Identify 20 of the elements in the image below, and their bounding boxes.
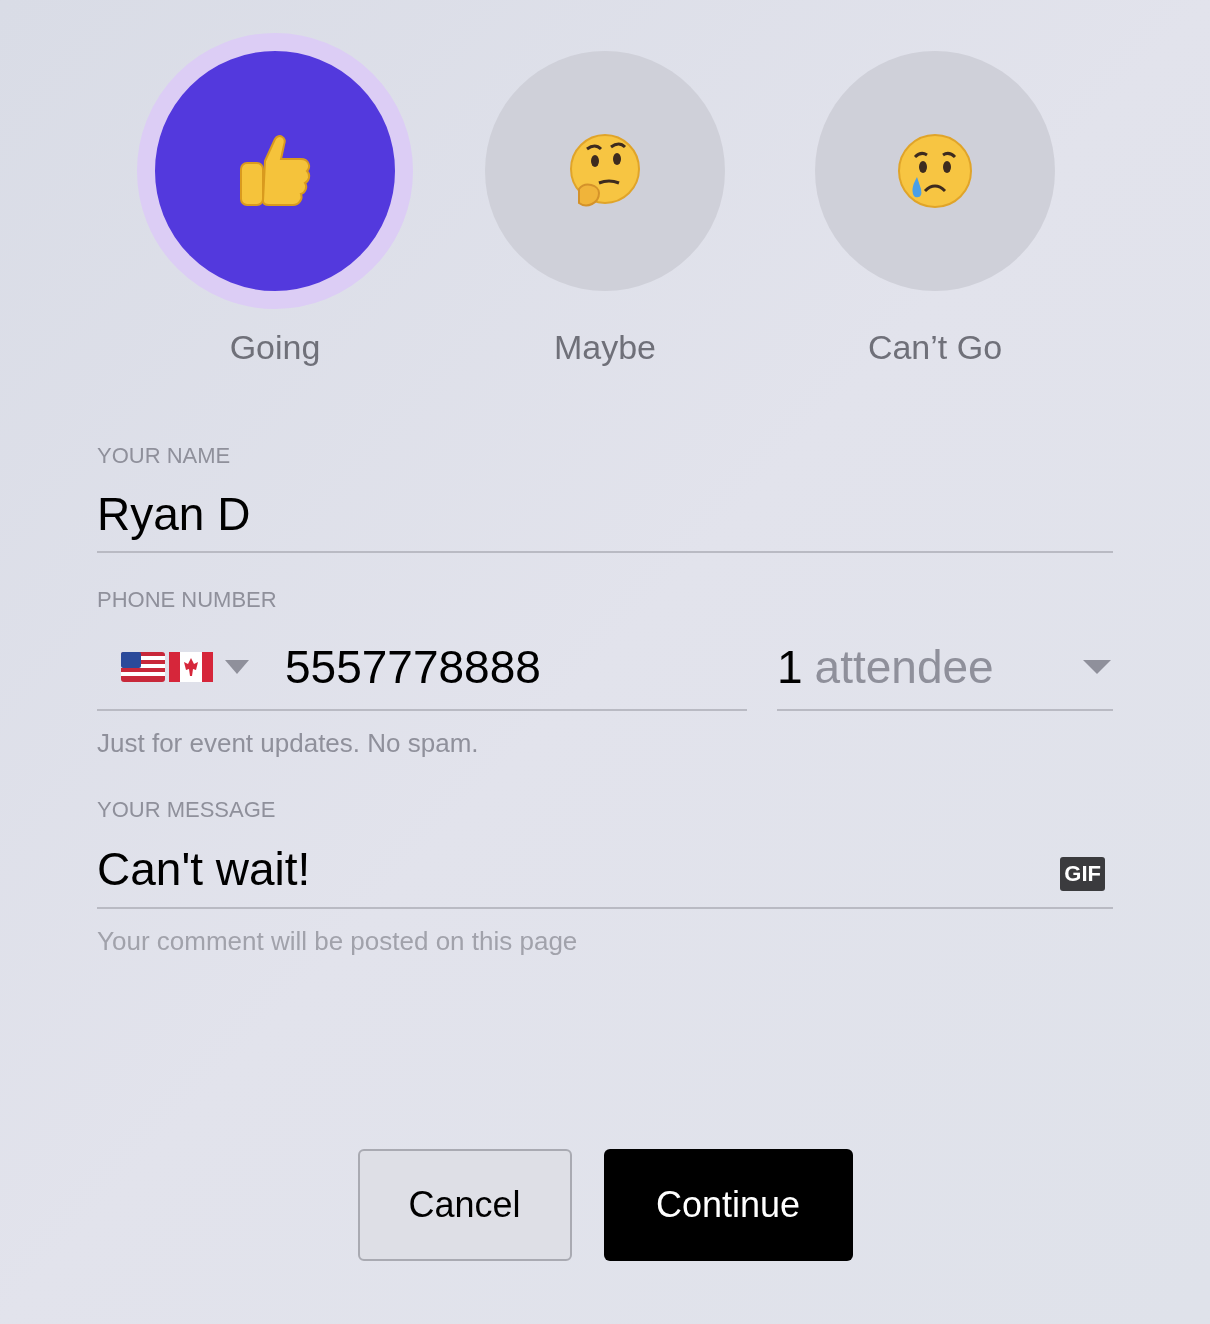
caret-icon: [225, 660, 249, 674]
continue-button[interactable]: Continue: [603, 1149, 853, 1261]
crying-face-icon: [895, 131, 975, 211]
cancel-button[interactable]: Cancel: [357, 1149, 572, 1261]
phone-hint: Just for event updates. No spam.: [97, 727, 480, 759]
phone-input[interactable]: 5557778888: [285, 632, 747, 702]
rsvp-option-label: Maybe: [553, 327, 657, 367]
country-picker[interactable]: [121, 651, 249, 683]
rsvp-option-label: Can’t Go: [867, 327, 1003, 367]
message-label: YOUR MESSAGE: [97, 797, 277, 823]
message-hint: Your comment will be posted on this page: [97, 925, 579, 957]
name-input[interactable]: Ryan D: [97, 483, 1113, 553]
message-input[interactable]: Can't wait!: [97, 834, 1061, 904]
gif-button[interactable]: GIF: [1060, 857, 1105, 891]
flags-icon: [121, 651, 213, 683]
phone-label: PHONE NUMBER: [97, 587, 278, 613]
name-label: YOUR NAME: [97, 443, 232, 469]
attendee-select[interactable]: 1 attendee: [777, 633, 1113, 711]
rsvp-option-label: Going: [229, 327, 321, 367]
caret-icon: [1083, 660, 1111, 674]
